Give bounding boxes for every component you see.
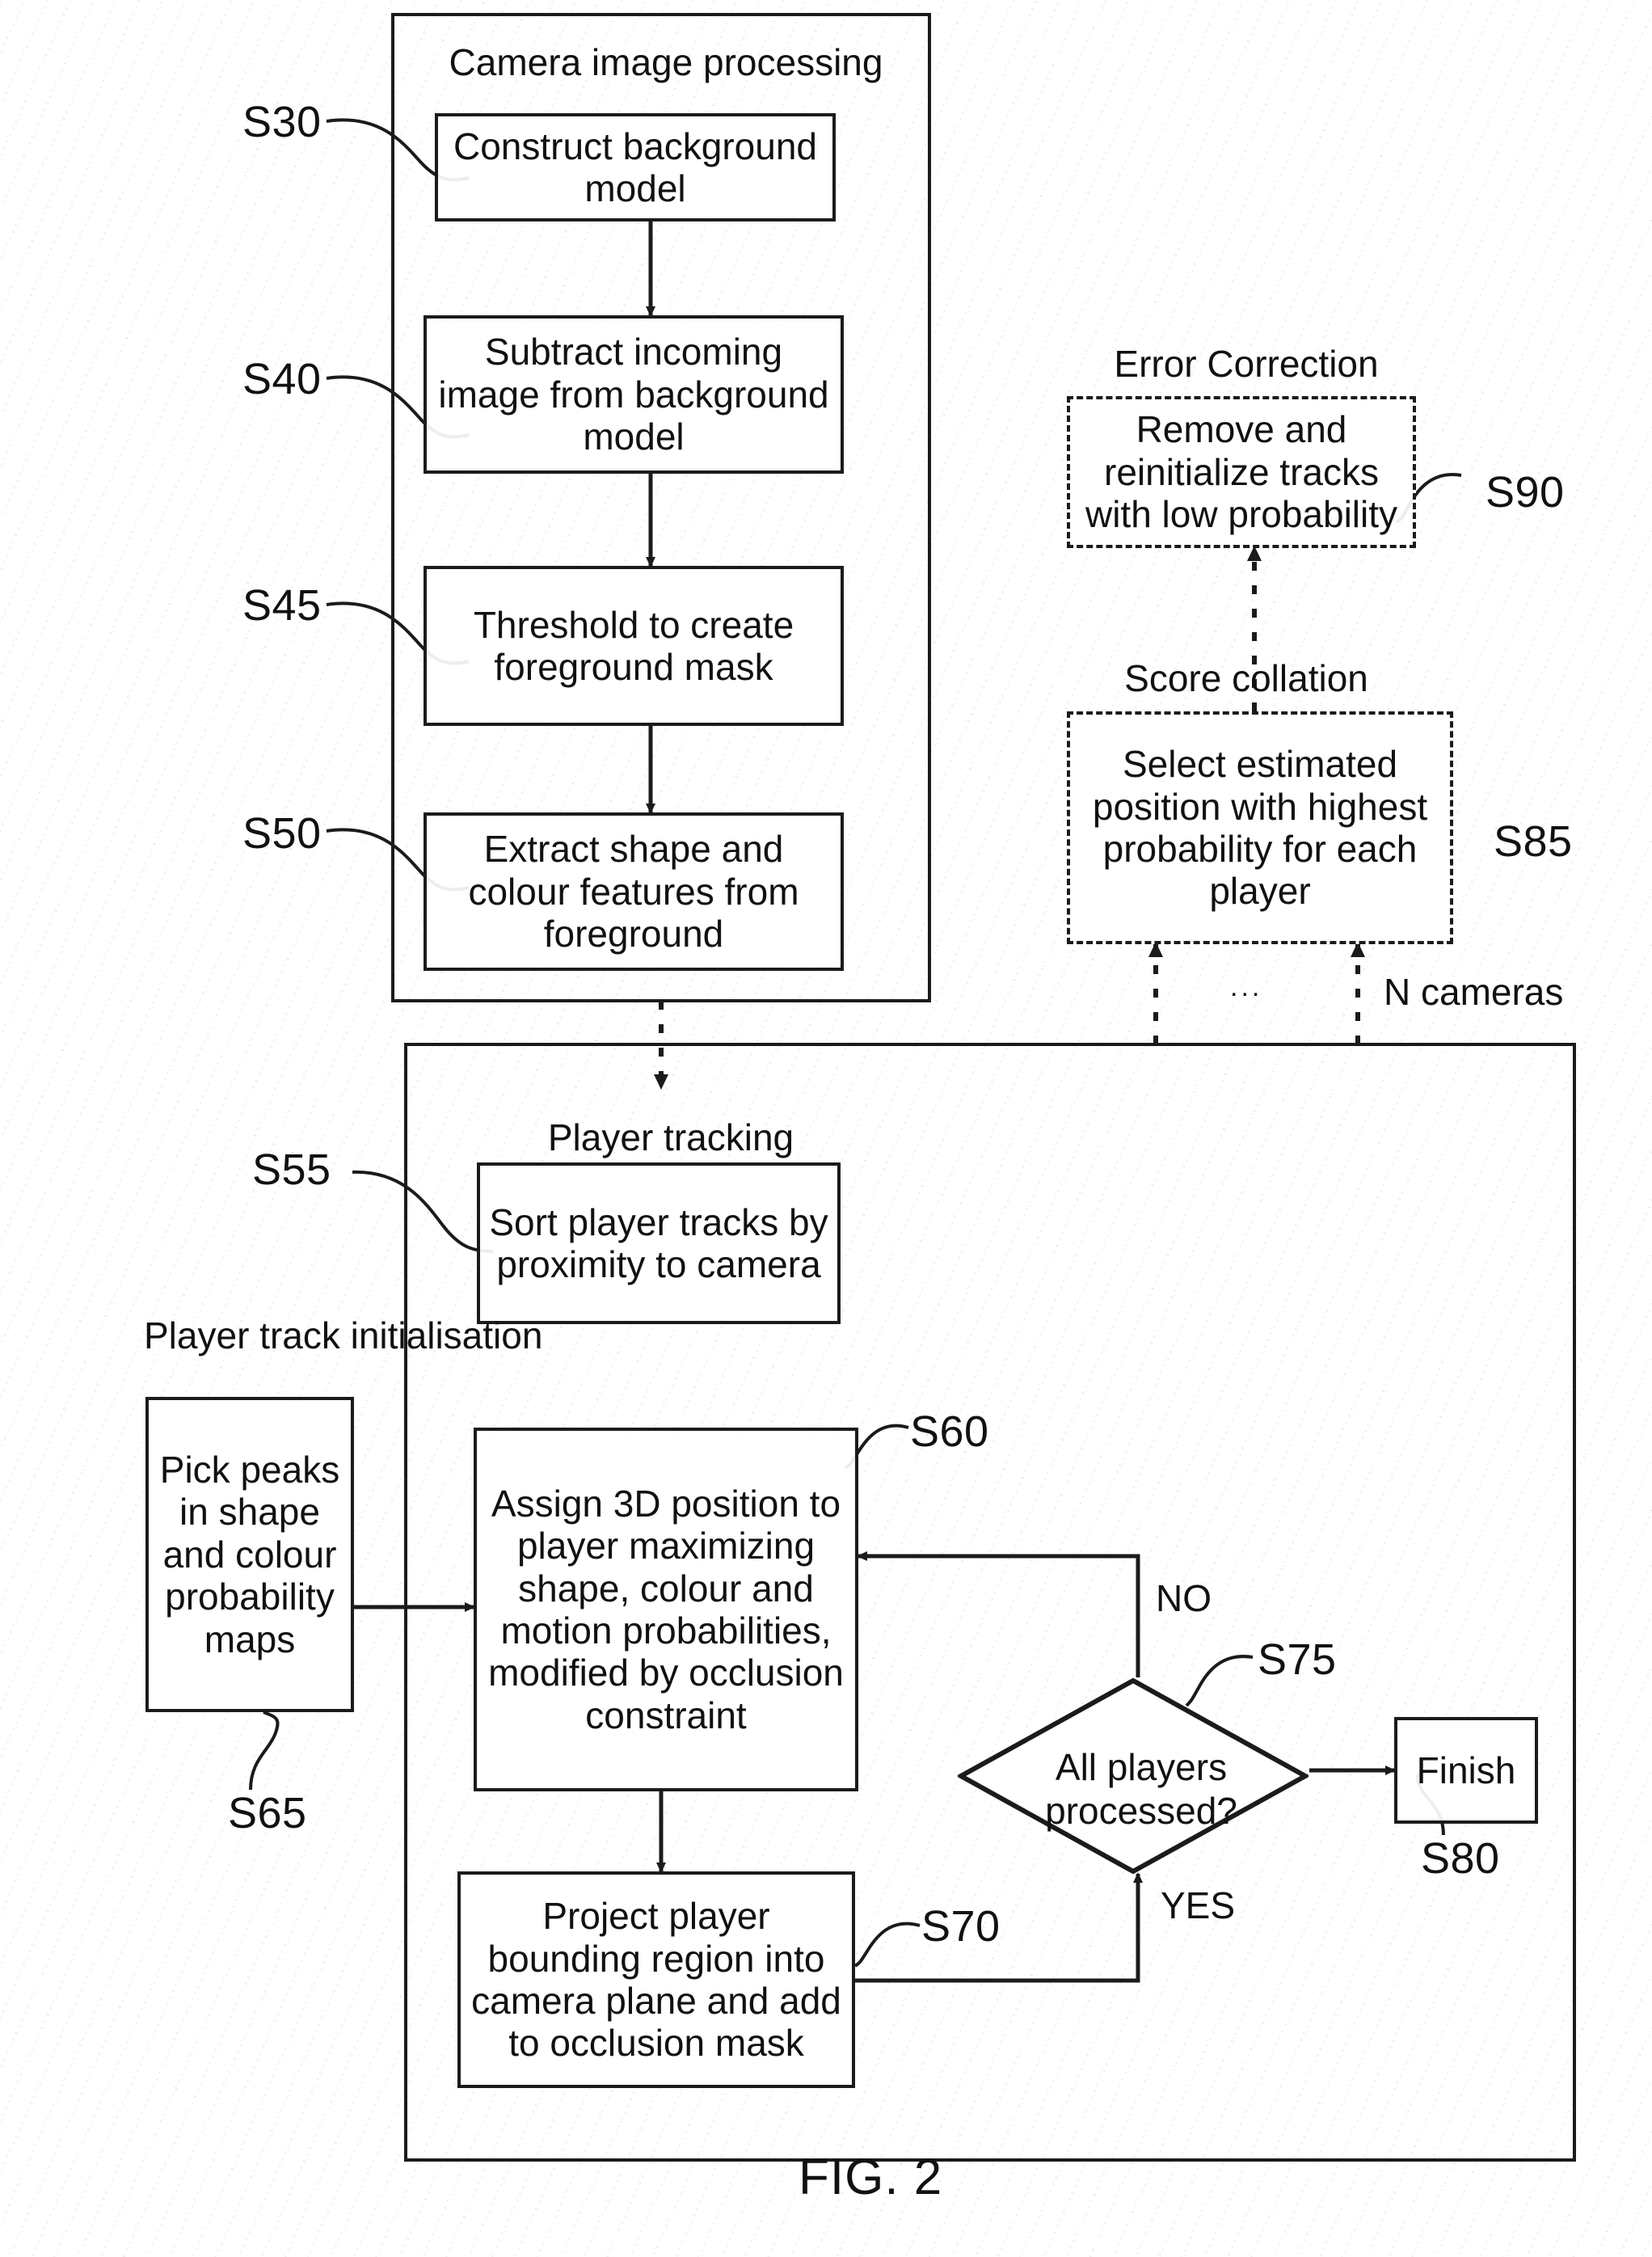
step-ref-s65: S65 xyxy=(228,1789,307,1837)
node-s45-text: Threshold to create foreground mask xyxy=(473,603,794,688)
step-ref-s45: S45 xyxy=(242,581,322,630)
label-yes: YES xyxy=(1161,1884,1236,1926)
step-ref-s55: S55 xyxy=(252,1145,331,1194)
group-title-player-track-initialisation: Player track initialisation xyxy=(144,1314,543,1356)
figure-caption: FIG. 2 xyxy=(799,2149,943,2205)
node-s80[interactable]: Finish xyxy=(1394,1717,1538,1824)
node-s30[interactable]: Construct background model xyxy=(435,113,836,221)
node-s75[interactable]: All players processed? xyxy=(958,1677,1309,1875)
node-s30-text: Construct background model xyxy=(453,124,818,209)
node-s90-text: Remove and reinitialize tracks with low … xyxy=(1085,408,1398,536)
node-s85[interactable]: Select estimated position with highest p… xyxy=(1067,711,1453,944)
node-s85-text: Select estimated position with highest p… xyxy=(1092,743,1428,913)
node-s70-text: Project player bounding region into came… xyxy=(471,1895,841,2065)
step-ref-s60: S60 xyxy=(910,1407,989,1456)
step-ref-s90: S90 xyxy=(1486,468,1565,517)
node-s45[interactable]: Threshold to create foreground mask xyxy=(424,566,844,726)
step-ref-s70: S70 xyxy=(921,1902,1001,1951)
node-s55[interactable]: Sort player tracks by proximity to camer… xyxy=(477,1162,841,1324)
step-ref-s50: S50 xyxy=(242,809,322,858)
group-title-score-collation: Score collation xyxy=(1124,657,1368,699)
node-s90[interactable]: Remove and reinitialize tracks with low … xyxy=(1067,396,1416,548)
node-s70[interactable]: Project player bounding region into came… xyxy=(457,1871,855,2088)
step-ref-s85: S85 xyxy=(1494,817,1573,866)
node-s60[interactable]: Assign 3D position to player maximizing … xyxy=(474,1428,858,1791)
node-s50-text: Extract shape and colour features from f… xyxy=(468,828,799,956)
node-s55-text: Sort player tracks by proximity to camer… xyxy=(489,1200,828,1285)
node-s60-text: Assign 3D position to player maximizing … xyxy=(488,1482,844,1736)
step-ref-s30: S30 xyxy=(242,98,322,146)
step-ref-s80: S80 xyxy=(1421,1834,1500,1883)
node-s65-text: Pick peaks in shape and colour probabili… xyxy=(159,1448,340,1660)
node-s80-text: Finish xyxy=(1416,1749,1516,1791)
label-no: NO xyxy=(1156,1577,1212,1619)
group-title-error-correction: Error Correction xyxy=(1114,343,1379,385)
step-ref-s75: S75 xyxy=(1258,1635,1337,1684)
step-ref-s40: S40 xyxy=(242,355,322,403)
group-title-player-tracking: Player tracking xyxy=(547,1116,794,1158)
node-s40-text: Subtract incoming image from background … xyxy=(438,331,829,458)
group-title-camera-image-processing: Camera image processing xyxy=(449,41,883,83)
node-s65[interactable]: Pick peaks in shape and colour probabili… xyxy=(145,1397,354,1712)
label-n-cameras: N cameras xyxy=(1384,971,1564,1013)
camera-feed-ellipsis: ... xyxy=(1230,972,1263,1002)
node-s40[interactable]: Subtract incoming image from background … xyxy=(424,315,844,474)
node-s75-text: All players processed? xyxy=(1045,1746,1237,1832)
node-s50[interactable]: Extract shape and colour features from f… xyxy=(424,812,844,971)
